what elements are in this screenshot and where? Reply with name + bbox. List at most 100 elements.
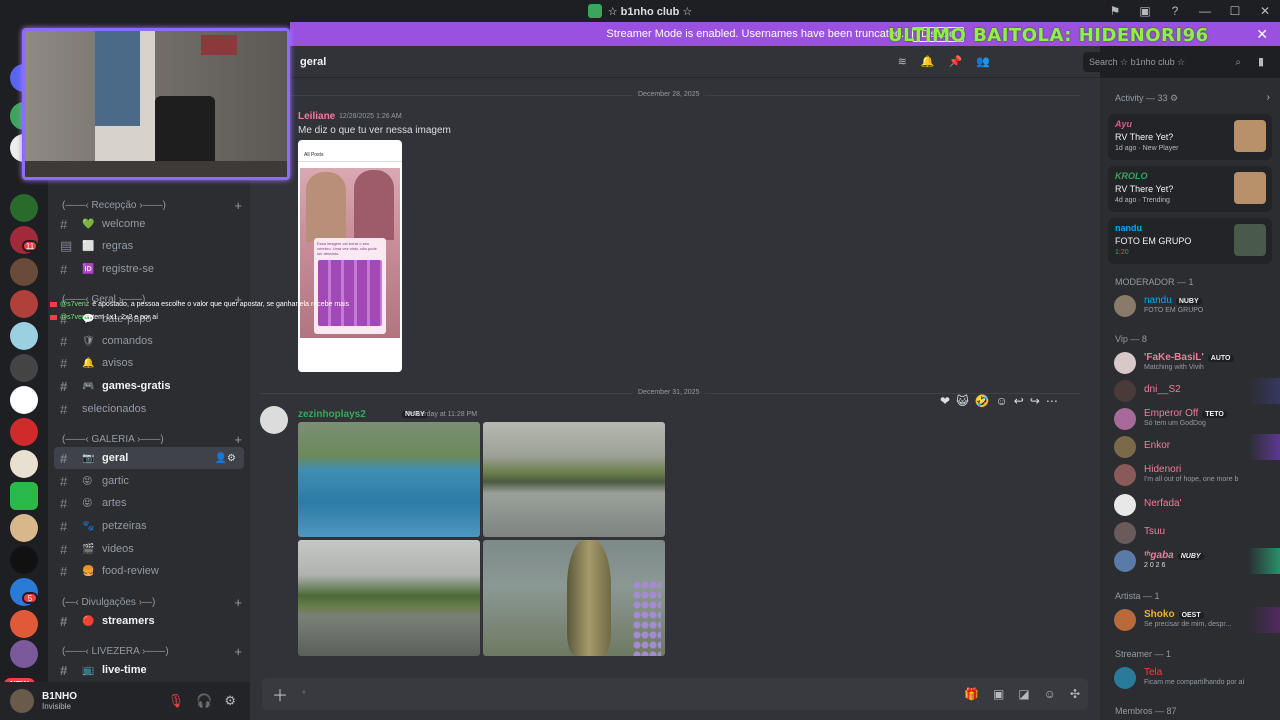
attached-image[interactable]: All Posts Essa imagem vai torrar o seu c… — [298, 140, 402, 372]
message-author[interactable]: Leiliane — [298, 111, 335, 122]
gear-icon[interactable]: ⚙ — [224, 693, 236, 709]
chevron-right-icon[interactable]: › — [1267, 92, 1270, 103]
member-item[interactable]: Tela Ficam me compartilhando por aí — [1114, 665, 1274, 691]
deafen-icon[interactable]: 🎧 — [196, 693, 212, 709]
gift-icon[interactable]: 🎁 — [964, 687, 979, 701]
message-composer[interactable]: ＋ * 🎁 ▣ ◪ ☺ ✣ — [262, 678, 1088, 710]
channel-live-time[interactable]: # 📺 live-time — [54, 659, 244, 681]
message-author[interactable]: zezinhoplays2 — [298, 409, 366, 420]
channel-games-gratis[interactable]: # 🎮 games-gratis — [54, 375, 244, 397]
stream-chat-overlay: @s7venz é apostado, a pessoa escolhe o va… — [50, 298, 390, 324]
maximize-button[interactable]: ☐ — [1220, 0, 1250, 22]
heart-reaction-icon[interactable]: ❤ — [940, 394, 950, 408]
section-header: MODERADOR — 1 — [1115, 277, 1194, 287]
add-channel-icon[interactable]: + — [234, 432, 242, 447]
activity-card[interactable]: nandu FOTO EM GRUPO 1:20 — [1108, 218, 1272, 264]
server-icon[interactable] — [10, 640, 38, 668]
channel-food-review[interactable]: # 🍔 food-review — [54, 560, 244, 582]
member-item[interactable]: dni__S2 — [1114, 378, 1280, 404]
server-icon[interactable] — [10, 610, 38, 638]
member-item[interactable]: Hidenori I'm all out of hope, one more b — [1114, 462, 1274, 488]
member-item[interactable]: ᵗʰgaba NUBY 2 0 2 6 — [1114, 548, 1280, 574]
server-icon[interactable] — [10, 354, 38, 382]
server-icon[interactable] — [10, 322, 38, 350]
activity-header[interactable]: Activity — 33 ⚙ — [1115, 93, 1178, 104]
activity-card[interactable]: KROLO RV There Yet? 4d ago · Trending — [1108, 166, 1272, 212]
inbox-icon[interactable]: ▣ — [1130, 0, 1160, 22]
help-icon[interactable]: ? — [1160, 0, 1190, 22]
server-icon[interactable] — [10, 386, 38, 414]
gif-icon[interactable]: ▣ — [993, 687, 1004, 701]
member-item[interactable]: Enkor — [1114, 434, 1280, 460]
channel-videos[interactable]: # 🎬 videos — [54, 538, 244, 560]
inbox-icon[interactable]: ▮ — [1258, 55, 1264, 68]
channel-geral[interactable]: # 📷 geral 👤⚙ — [54, 447, 244, 469]
server-icon[interactable] — [10, 482, 38, 510]
channel-streamers[interactable]: # 🔴 streamers — [54, 610, 244, 632]
bell-icon[interactable]: 🔔 — [921, 55, 935, 68]
server-icon[interactable] — [10, 290, 38, 318]
close-button[interactable]: ✕ — [1250, 0, 1280, 22]
composer-input[interactable]: * — [302, 689, 306, 700]
channel-welcome[interactable]: # 💚 welcome — [54, 213, 244, 235]
member-item[interactable]: Tsuu — [1114, 520, 1274, 546]
channel-settings-icon[interactable]: 👤⚙ — [215, 453, 236, 464]
add-channel-icon[interactable]: + — [234, 595, 242, 610]
hash-icon: # — [60, 401, 68, 417]
lake-photo[interactable] — [483, 422, 665, 537]
member-item[interactable]: Shoko OEST Se precisar de mim, despr... — [1114, 607, 1280, 633]
channel-artes[interactable]: # 😝 artes — [54, 492, 244, 514]
add-reaction-icon[interactable]: ☺ — [996, 394, 1008, 408]
add-channel-icon[interactable]: + — [234, 644, 242, 659]
mute-icon[interactable]: 🎙 — [168, 693, 185, 709]
avatar[interactable] — [260, 406, 288, 434]
search-input[interactable]: Search ☆ b1nho club ☆ ⌕ — [1083, 52, 1247, 72]
server-icon[interactable] — [10, 514, 38, 542]
minimize-button[interactable]: — — [1190, 0, 1220, 22]
channel-regras[interactable]: ▤ ⬜ regras — [54, 235, 244, 257]
member-item[interactable]: Nerfada' — [1114, 492, 1274, 518]
flag-icon[interactable]: ⚑ — [1100, 0, 1130, 22]
member-item[interactable]: 'FaKe-BasiL' AUTO Matching with Vivih — [1114, 350, 1274, 376]
server-icon[interactable] — [10, 450, 38, 478]
pond-photo[interactable] — [298, 540, 480, 656]
chat-line: @s7venz é apostado, a pessoa escolhe o va… — [50, 298, 390, 311]
forward-icon[interactable]: ↪ — [1030, 394, 1040, 408]
sticker-icon[interactable]: ◪ — [1018, 687, 1029, 701]
add-attachment-icon[interactable]: ＋ — [272, 682, 288, 706]
members-icon[interactable]: 👥 — [976, 55, 990, 68]
server-icon[interactable] — [10, 258, 38, 286]
avatar[interactable] — [10, 689, 34, 713]
apps-icon[interactable]: ✣ — [1070, 687, 1080, 701]
category-divulgacoes[interactable]: (—‹ Divulgações ›—) + — [62, 595, 242, 610]
channel-gartic[interactable]: # 😝 gartic — [54, 470, 244, 492]
phone-header: All Posts — [298, 150, 402, 162]
server-logo-icon — [587, 4, 602, 18]
pool-photo[interactable] — [298, 422, 480, 537]
member-item[interactable]: nandu NUBY FOTO EM GRUPO — [1114, 293, 1274, 319]
activity-card[interactable]: Ayu RV There Yet? 1d ago · New Player — [1108, 114, 1272, 160]
category-galeria[interactable]: (——‹ GALERIA ›——) + — [62, 432, 242, 447]
close-icon[interactable]: ✕ — [1256, 26, 1268, 43]
more-icon[interactable]: ⋯ — [1046, 394, 1058, 408]
server-icon[interactable] — [10, 546, 38, 574]
channel-selecionados[interactable]: # selecionados — [54, 398, 244, 420]
laugh-reaction-icon[interactable]: 🤣 — [975, 394, 990, 408]
server-icon[interactable] — [10, 418, 38, 446]
fish-photo[interactable] — [483, 540, 665, 656]
channel-petzeiras[interactable]: # 🐾 petzeiras — [54, 515, 244, 537]
add-channel-icon[interactable]: + — [234, 198, 242, 213]
category-recepcao[interactable]: (——‹ Recepção ›——) + — [62, 198, 242, 213]
emoji-icon[interactable]: ☺ — [1044, 687, 1056, 701]
channel-avisos[interactable]: # 🔔 avisos — [54, 352, 244, 374]
member-item[interactable]: Emperor Off TETO Só tem um GodDog — [1114, 406, 1274, 432]
channel-registre-se[interactable]: # 🆔 registre-se — [54, 258, 244, 280]
reply-icon[interactable]: ↩ — [1014, 394, 1024, 408]
pin-icon[interactable]: 📌 — [949, 55, 963, 68]
cat-reaction-icon[interactable]: 😺 — [956, 394, 969, 408]
category-livezera[interactable]: (——‹ LIVEZERA ›——) + — [62, 644, 242, 659]
threads-icon[interactable]: ≋ — [898, 55, 907, 68]
channel-comandos[interactable]: # 🛡 comandos — [54, 330, 244, 352]
server-icon[interactable] — [10, 194, 38, 222]
title-bar: ☆ b1nho club ☆ ⚑ ▣ ? — ☐ ✕ — [0, 0, 1280, 22]
